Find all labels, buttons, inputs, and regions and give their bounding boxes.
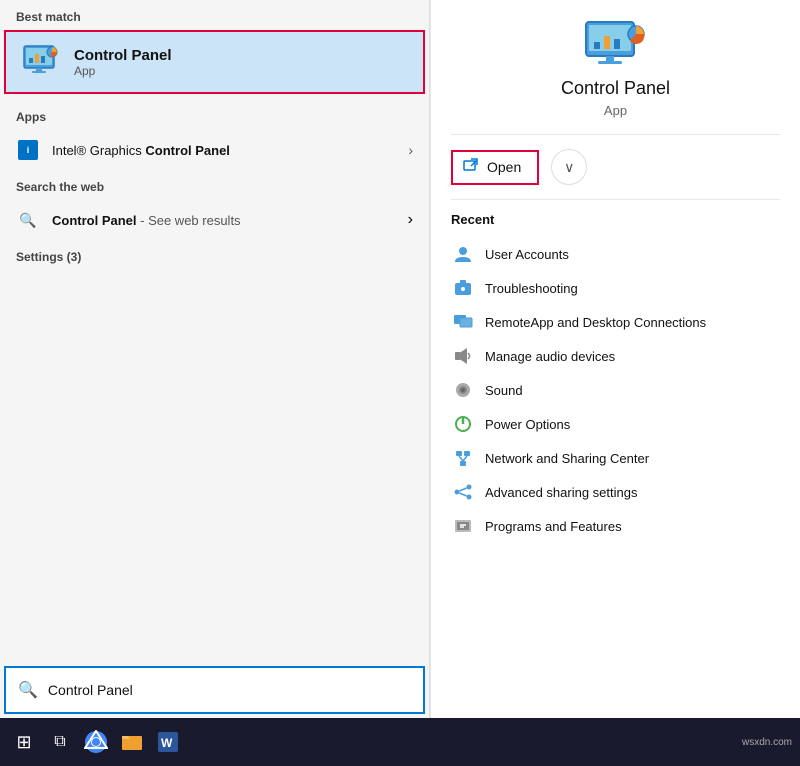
sound-label: Sound [485,383,523,398]
chevron-down-icon: ∨ [564,159,574,176]
best-match-header: Best match [0,0,429,30]
troubleshooting-icon [451,276,475,300]
taskbar-right: wsxdn.com [738,737,792,748]
sound-icon [451,378,475,402]
recent-header: Recent [451,212,780,227]
search-web-icon: 🔍 [16,208,40,232]
list-item[interactable]: User Accounts [451,237,780,271]
settings-section: Settings (3) [0,240,429,274]
web-search-text: Control Panel - See web results [52,213,408,228]
app-preview-icon [584,20,648,68]
remoteapp-icon [451,310,475,334]
power-label: Power Options [485,417,570,432]
user-accounts-label: User Accounts [485,247,569,262]
web-header: Search the web [0,170,429,200]
file-explorer-icon[interactable] [116,726,148,758]
intel-icon: i [16,138,40,162]
intel-app-name: Intel® Graphics Control Panel [52,143,408,158]
search-results-left-panel: Best match [0,0,430,718]
open-icon [463,158,479,177]
word-icon[interactable]: W [152,726,184,758]
list-item[interactable]: Advanced sharing settings [451,475,780,509]
list-item[interactable]: Sound [451,373,780,407]
web-search-item[interactable]: 🔍 Control Panel - See web results › [0,200,429,240]
app-preview-name: Control Panel [561,78,670,99]
intel-app-chevron: › [408,142,413,158]
list-item[interactable]: Power Options [451,407,780,441]
search-bar-icon: 🔍 [18,680,38,700]
search-results-right-panel: Control Panel App Open ∨ [430,0,800,718]
list-item[interactable]: Manage audio devices [451,339,780,373]
best-match-subtitle: App [74,64,172,78]
network-label: Network and Sharing Center [485,451,649,466]
search-bar-text: Control Panel [48,682,411,698]
power-icon [451,412,475,436]
troubleshooting-label: Troubleshooting [485,281,578,296]
best-match-item[interactable]: Control Panel App [4,30,425,94]
list-item[interactable]: Troubleshooting [451,271,780,305]
sharing-icon [451,480,475,504]
sharing-label: Advanced sharing settings [485,485,637,500]
web-search-chevron: › [408,211,413,229]
start-button[interactable]: ⊞ [8,726,40,758]
list-item[interactable]: RemoteApp and Desktop Connections [451,305,780,339]
chrome-icon[interactable] [80,726,112,758]
open-btn-container: Open ∨ [451,135,780,200]
programs-label: Programs and Features [485,519,622,534]
control-panel-icon [22,42,62,82]
app-preview: Control Panel App [451,20,780,135]
best-match-title: Control Panel [74,47,172,64]
expand-button[interactable]: ∨ [551,149,587,185]
programs-icon [451,514,475,538]
wsxdn-label: wsxdn.com [742,737,792,748]
user-accounts-icon [451,242,475,266]
open-button[interactable]: Open [451,150,539,185]
svg-text:W: W [161,736,173,750]
intel-graphics-app-item[interactable]: i Intel® Graphics Control Panel › [0,130,429,170]
web-sub-text: - See web results [137,213,241,228]
taskbar: ⊞ ⧉ W wsxdn.com [0,718,800,766]
open-label: Open [487,159,521,175]
audio-icon [451,344,475,368]
recent-section: Recent User Accounts Troubleshooting [451,200,780,543]
web-query-text: Control Panel [52,213,137,228]
apps-header: Apps [0,100,429,130]
task-view-button[interactable]: ⧉ [44,726,76,758]
app-preview-type: App [604,103,627,118]
audio-label: Manage audio devices [485,349,615,364]
settings-label: Settings (3) [16,250,81,264]
network-icon [451,446,475,470]
list-item[interactable]: Network and Sharing Center [451,441,780,475]
best-match-text: Control Panel App [74,47,172,78]
remoteapp-label: RemoteApp and Desktop Connections [485,315,706,330]
list-item[interactable]: Programs and Features [451,509,780,543]
taskbar-search-bar[interactable]: 🔍 Control Panel [4,666,425,714]
